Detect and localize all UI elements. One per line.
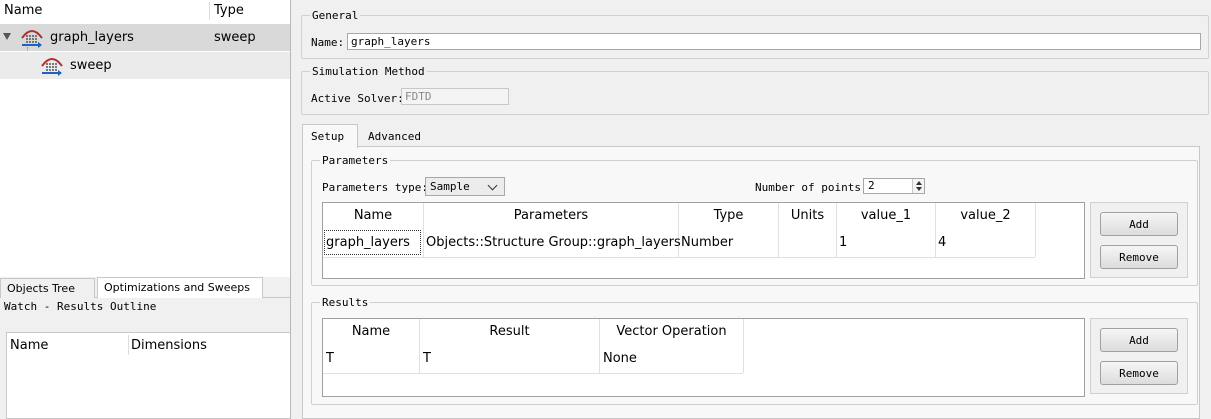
simulation-method-title: Simulation Method [310, 65, 427, 78]
number-of-points-label: Number of points: [755, 181, 868, 194]
stepper-buttons[interactable] [912, 179, 924, 193]
parameters-type-value: Sample [430, 180, 470, 193]
tree-item-label: graph_layers [50, 30, 134, 45]
tab-advanced[interactable]: Advanced [360, 125, 428, 147]
watch-column-name[interactable]: Name [10, 338, 48, 353]
tree-column-name[interactable]: Name [4, 3, 42, 18]
column-header-units[interactable]: Units [779, 208, 836, 223]
tree-item-sweep[interactable]: sweep [0, 52, 290, 79]
tab-objects-tree[interactable]: Objects Tree [0, 278, 95, 298]
remove-result-button[interactable]: Remove [1100, 361, 1178, 385]
arrow-down-icon[interactable] [916, 187, 922, 191]
watch-results-panel: Name Dimensions [0, 316, 290, 419]
parameters-type-label: Parameters type: [322, 181, 428, 194]
number-of-points-value: 2 [868, 179, 875, 192]
general-group-title: General [310, 9, 361, 22]
tab-setup[interactable]: Setup [302, 124, 358, 148]
column-header-type[interactable]: Type [679, 208, 778, 223]
sweep-icon [41, 58, 63, 76]
add-parameter-button[interactable]: Add [1100, 212, 1178, 236]
column-header-vector-operation[interactable]: Vector Operation [600, 324, 743, 339]
column-divider [419, 319, 420, 373]
row-divider [323, 257, 1035, 258]
watch-panel-title: Watch - Results Outline [0, 298, 290, 316]
column-header-parameters[interactable]: Parameters [424, 208, 678, 223]
column-header-value-1[interactable]: value_1 [837, 208, 935, 223]
expand-arrow-icon[interactable] [3, 33, 11, 40]
column-divider [423, 203, 424, 257]
watch-results-table[interactable]: Name Dimensions [6, 332, 290, 419]
row-vector-operation[interactable]: None [603, 351, 637, 366]
add-result-button[interactable]: Add [1100, 328, 1178, 352]
number-of-points-stepper[interactable]: 2 [863, 178, 925, 194]
active-solver-field: FDTD [401, 88, 509, 105]
row-parameters[interactable]: Objects::Structure Group::graph_layers [426, 235, 681, 250]
row-divider [323, 373, 743, 374]
row-name[interactable]: T [326, 351, 334, 366]
row-value-2[interactable]: 4 [938, 235, 946, 250]
tree-header: Name Type [0, 0, 290, 22]
tab-optimizations-and-sweeps[interactable]: Optimizations and Sweeps [97, 277, 263, 299]
tree-item-type: sweep [214, 30, 256, 45]
row-type[interactable]: Number [681, 235, 733, 250]
column-divider [836, 203, 837, 257]
row-value-1[interactable]: 1 [839, 235, 847, 250]
sweep-properties-pane: General Name: graph_layers Simulation Me… [290, 0, 1211, 419]
tree-item-label: sweep [70, 58, 112, 73]
column-divider [778, 203, 779, 257]
sweep-icon [21, 30, 43, 48]
remove-parameter-button[interactable]: Remove [1100, 245, 1178, 269]
column-divider [1035, 203, 1036, 257]
column-divider [599, 319, 600, 373]
column-divider [935, 203, 936, 257]
tree-item-graph-layers[interactable]: graph_layers sweep [0, 24, 290, 51]
bottom-tab-bar: Objects Tree Optimizations and Sweeps [0, 277, 290, 299]
objects-tree-pane: Name Type graph_layers sweep sweep Objec… [0, 0, 290, 419]
active-solver-label: Active Solver: [311, 92, 404, 105]
watch-column-dimensions[interactable]: Dimensions [131, 338, 207, 353]
chevron-down-icon [487, 180, 498, 191]
results-table[interactable]: Name Result Vector Operation T T None [322, 318, 1085, 397]
column-divider[interactable] [209, 2, 210, 20]
parameters-table[interactable]: Name Parameters Type Units value_1 value… [322, 202, 1085, 279]
row-result[interactable]: T [423, 351, 431, 366]
arrow-up-icon[interactable] [916, 181, 922, 185]
row-name[interactable]: graph_layers [326, 235, 410, 250]
parameters-type-select[interactable]: Sample [425, 177, 505, 196]
name-label: Name: [311, 36, 345, 49]
column-header-result[interactable]: Result [420, 324, 599, 339]
column-header-name[interactable]: Name [323, 208, 423, 223]
results-group-title: Results [320, 296, 371, 309]
column-header-name[interactable]: Name [323, 324, 419, 339]
column-divider[interactable] [128, 335, 129, 355]
column-divider [743, 319, 744, 373]
parameters-group-title: Parameters [320, 154, 391, 167]
tree-column-type[interactable]: Type [214, 3, 244, 18]
column-header-value-2[interactable]: value_2 [936, 208, 1035, 223]
name-field[interactable]: graph_layers [347, 33, 1201, 50]
